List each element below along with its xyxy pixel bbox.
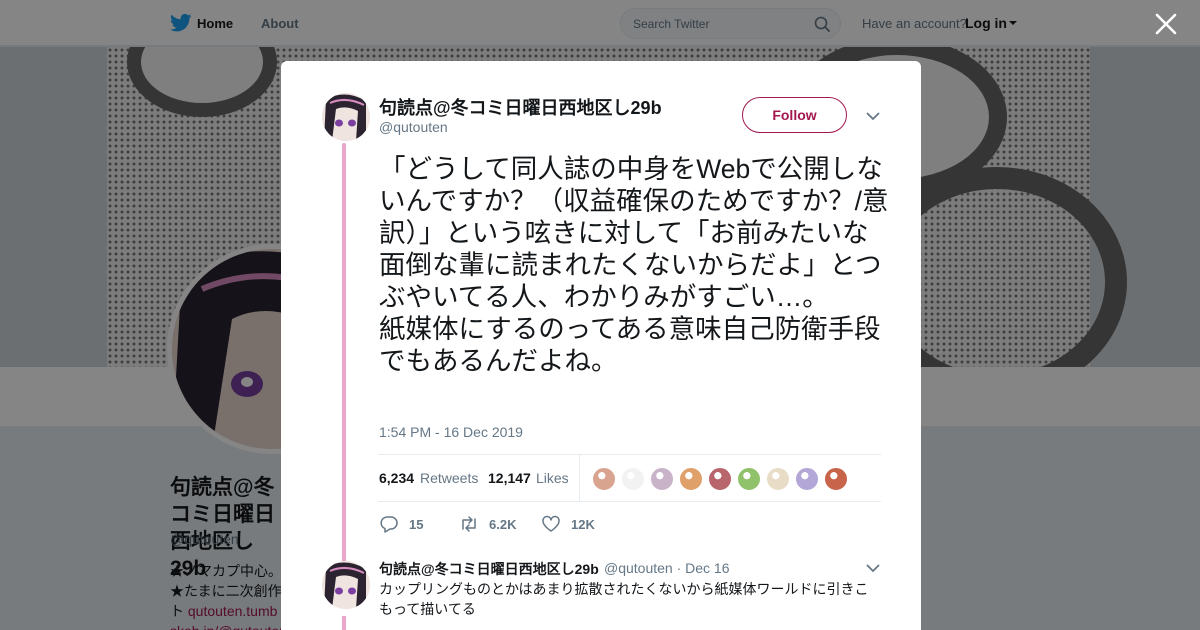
tweet-modal: 句読点@冬コミ日曜日西地区し29b @qutouten Follow 「どうして… [281, 61, 921, 630]
author-avatar-image [322, 93, 370, 141]
retweet-count: 6.2K [489, 516, 517, 532]
tweet-timestamp[interactable]: 1:54 PM - 16 Dec 2019 [379, 424, 523, 440]
like-count: 12K [571, 516, 595, 532]
like-button[interactable]: 12K [541, 513, 595, 535]
reply-meta[interactable]: @qutouten · Dec 16 [604, 560, 730, 576]
liker-avatar-3[interactable] [650, 467, 674, 491]
tweet-stats: 6,234 Retweets 12,147 Likes [378, 454, 881, 502]
liker-avatar-1[interactable] [592, 467, 616, 491]
liker-avatar-6[interactable] [737, 467, 761, 491]
chevron-down-icon[interactable] [866, 563, 880, 573]
author-handle[interactable]: @qutouten [379, 119, 448, 135]
follow-button[interactable]: Follow [742, 97, 847, 133]
reply-text: カップリングものとかはあまり拡散されたくないから紙媒体ワールドに引きこもって描い… [379, 581, 869, 617]
liker-avatar-5[interactable] [708, 467, 732, 491]
heart-icon [542, 515, 560, 532]
reply-author-avatar-image [322, 561, 370, 609]
likes-label[interactable]: Likes [536, 470, 569, 486]
tweet-text: 「どうして同人誌の中身をWebで公開しないんですか？（収益確保のためですか？/意… [379, 154, 889, 376]
liker-avatar-2[interactable] [621, 467, 645, 491]
retweets-count[interactable]: 6,234 [379, 470, 414, 486]
reply-icon [380, 516, 398, 533]
likes-count[interactable]: 12,147 [488, 470, 531, 486]
reply-author-name[interactable]: 句読点@冬コミ日曜日西地区し29b [379, 559, 599, 579]
retweets-label[interactable]: Retweets [420, 470, 478, 486]
tweet-actions: 15 6.2K 12K [379, 513, 879, 535]
retweet-button[interactable]: 6.2K [459, 513, 516, 535]
liker-avatar-7[interactable] [766, 467, 790, 491]
stats-divider [579, 455, 580, 501]
reply-count: 15 [409, 516, 424, 532]
thread-line [342, 143, 346, 563]
liker-avatar-9[interactable] [824, 467, 848, 491]
reply-button[interactable]: 15 [379, 513, 423, 535]
author-name[interactable]: 句読点@冬コミ日曜日西地区し29b [379, 94, 662, 120]
liker-avatar-8[interactable] [795, 467, 819, 491]
liker-avatar-4[interactable] [679, 467, 703, 491]
chevron-down-icon[interactable] [866, 111, 880, 121]
reply-author-avatar[interactable] [322, 561, 370, 609]
author-avatar[interactable] [322, 93, 370, 141]
thread-line [342, 616, 346, 630]
close-icon[interactable] [1153, 11, 1179, 37]
retweet-icon [462, 516, 476, 532]
